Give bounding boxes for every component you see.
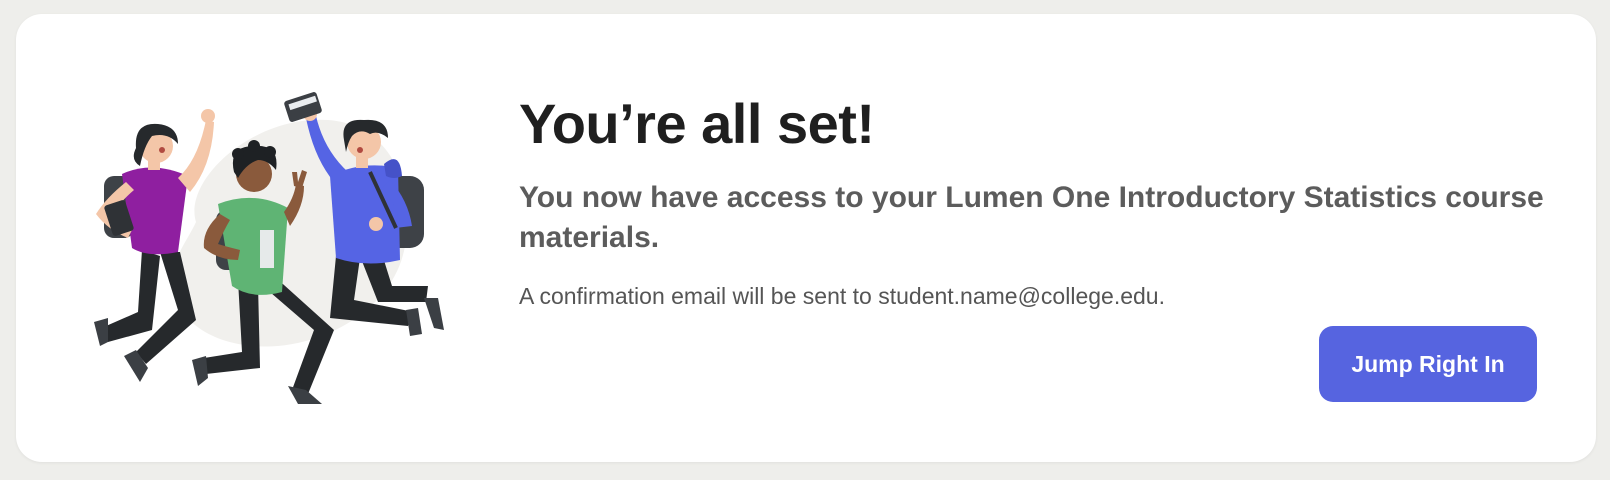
jump-right-in-button[interactable]: Jump Right In bbox=[1319, 326, 1537, 402]
page-title: You’re all set! bbox=[519, 92, 875, 155]
access-message: You now have access to your Lumen One In… bbox=[519, 181, 1544, 254]
jumping-students-illustration bbox=[78, 80, 470, 426]
confirmation-content: You’re all set! You now have access to y… bbox=[519, 84, 1569, 312]
email-confirmation-note: A confirmation email will be sent to stu… bbox=[519, 283, 1165, 309]
